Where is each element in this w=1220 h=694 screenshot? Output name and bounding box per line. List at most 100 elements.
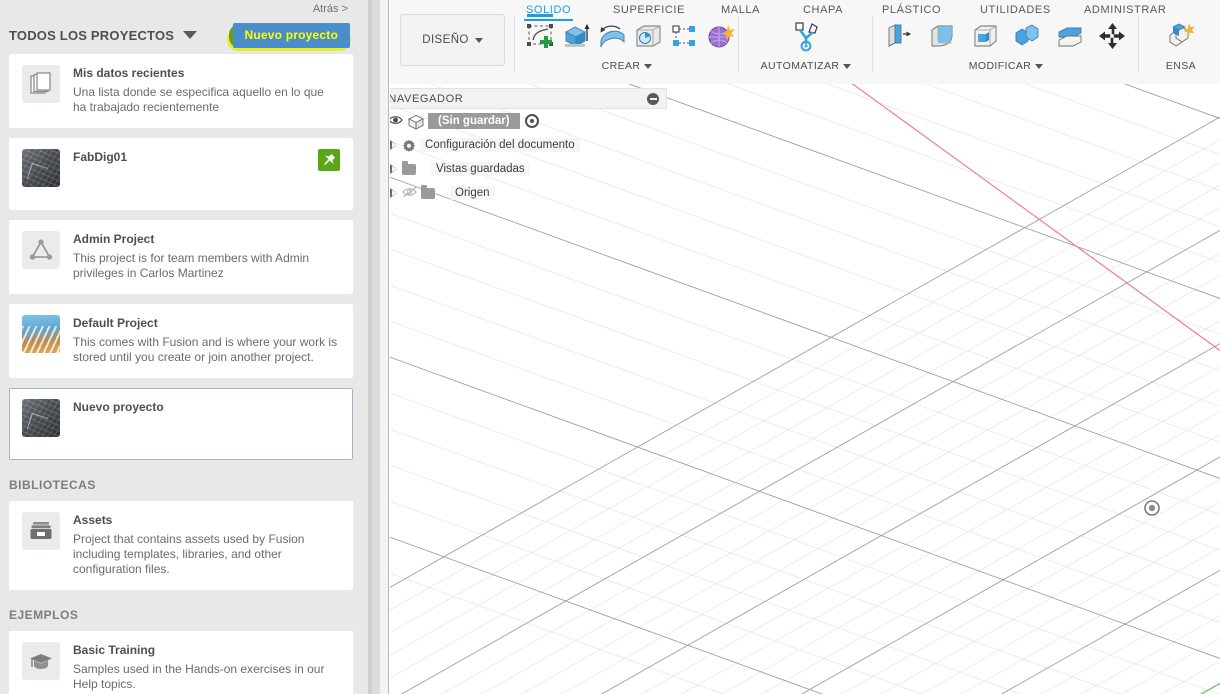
data-panel-scroll-area[interactable]: Atrás > TODOS LOS PROYECTOS Nuevo proyec… [0, 0, 362, 694]
browser-item-label: Origen [450, 186, 495, 200]
archive-box-icon [22, 512, 60, 550]
workspace-selector[interactable]: DISEÑO [400, 14, 505, 66]
automate-joint-icon[interactable] [786, 16, 826, 56]
extrude-icon[interactable] [560, 16, 592, 56]
project-title: Default Project [73, 316, 158, 330]
pin-badge-icon[interactable] [318, 149, 340, 171]
panel-splitter[interactable] [362, 0, 390, 694]
recent-docs-icon [22, 65, 60, 103]
ribbon-group-automatizar: AUTOMATIZAR [746, 14, 866, 74]
ribbon-group-label-modificar[interactable]: MODIFICAR [880, 60, 1132, 72]
triangle-nodes-icon [22, 231, 60, 269]
create-form-icon[interactable] [704, 16, 736, 56]
new-project-button[interactable]: Nuevo proyecto [232, 22, 350, 48]
project-card-body: Mis datos recientes Una lista donde se e… [73, 65, 340, 115]
ribbon-toolbar: SOLIDO SUPERFICIE MALLA CHAPA PLÁSTICO U… [390, 0, 1220, 84]
ribbon-separator [1138, 16, 1139, 72]
sky-model-thumb [22, 315, 60, 353]
project-title: Mis datos recientes [73, 66, 185, 80]
browser-item-saved-views[interactable]: Vistas guardadas [362, 157, 667, 181]
chevron-down-icon [644, 63, 653, 69]
dark-model-thumb [22, 399, 60, 437]
project-card-admin[interactable]: Admin Project This project is for team m… [9, 220, 353, 294]
browser-navigator-panel: ◀◀ NAVEGADOR [362, 88, 667, 205]
browser-root-row[interactable]: (Sin guardar) [362, 109, 667, 133]
press-pull-icon[interactable] [880, 16, 919, 56]
graduation-cap-icon [22, 642, 60, 680]
project-card-fabdig01[interactable]: FabDig01 [9, 138, 353, 210]
new-project-button-wrap: Nuevo proyecto [226, 22, 351, 51]
ribbon-group-label-crear[interactable]: CREAR [524, 60, 730, 72]
chevron-down-icon [474, 37, 483, 43]
project-desc: This comes with Fusion and is where your… [73, 335, 338, 364]
revolve-icon[interactable] [596, 16, 628, 56]
workspace-label: DISEÑO [422, 34, 469, 46]
expand-triangle-icon[interactable] [390, 140, 397, 150]
group-label-text: AUTOMATIZAR [760, 60, 840, 72]
ribbon-group-ensamblar-icons [1146, 14, 1216, 56]
combine-icon[interactable] [1008, 16, 1047, 56]
split-face-icon[interactable] [1051, 16, 1090, 56]
library-card-assets[interactable]: Assets Project that contains assets used… [9, 501, 353, 590]
all-projects-dropdown[interactable]: TODOS LOS PROYECTOS [9, 27, 198, 43]
ribbon-separator [514, 16, 515, 72]
browser-item-document-settings[interactable]: Configuración del documento [362, 133, 667, 157]
origin-point-marker [1144, 500, 1160, 516]
example-card-body: Basic Training Samples used in the Hands… [73, 642, 340, 692]
chevron-down-icon [843, 63, 852, 69]
ribbon-group-crear-icons [524, 14, 735, 56]
ribbon-separator [738, 16, 739, 72]
chevron-down-icon [183, 31, 198, 39]
minus-circle-icon[interactable] [647, 92, 659, 105]
project-card-body: Admin Project This project is for team m… [73, 231, 340, 281]
ribbon-separator [872, 16, 873, 72]
dark-model-thumb [22, 149, 60, 187]
ribbon-group-ensamblar: ENSA [1146, 14, 1216, 74]
move-copy-icon[interactable] [1093, 16, 1132, 56]
ribbon-group-automatizar-icons [746, 14, 866, 56]
navigator-header: ◀◀ NAVEGADOR [362, 88, 667, 109]
back-link[interactable]: Atrás > [313, 0, 348, 18]
all-projects-label: TODOS LOS PROYECTOS [9, 27, 175, 43]
project-title: Nuevo proyecto [73, 400, 164, 414]
examples-section-label: EJEMPLOS [9, 608, 79, 622]
libraries-section-label: BIBLIOTECAS [9, 478, 96, 492]
ribbon-group-modificar: MODIFICAR [880, 14, 1132, 74]
project-card-nuevo-proyecto[interactable]: Nuevo proyecto [9, 388, 353, 460]
gear-icon [402, 139, 415, 152]
project-card-body: Nuevo proyecto [73, 399, 340, 447]
create-sketch-icon[interactable] [524, 14, 556, 56]
fusion-app-window: Atrás > TODOS LOS PROYECTOS Nuevo proyec… [0, 0, 1220, 694]
visibility-eye-icon[interactable] [388, 114, 403, 128]
group-label-text: CREAR [601, 60, 641, 72]
hole-icon[interactable] [632, 16, 664, 56]
fillet-icon[interactable] [923, 16, 962, 56]
project-card-default[interactable]: Default Project This comes with Fusion a… [9, 304, 353, 378]
expand-triangle-icon[interactable] [390, 188, 397, 198]
browser-item-origin[interactable]: Origen [362, 181, 667, 205]
project-title: FabDig01 [73, 150, 128, 164]
back-row: Atrás > [0, 0, 362, 18]
group-label-text: ENSA [1165, 60, 1197, 72]
ribbon-group-label-ensamblar[interactable]: ENSA [1146, 60, 1216, 72]
folder-icon [421, 184, 435, 199]
example-card-basic-training[interactable]: Basic Training Samples used in the Hands… [9, 631, 353, 694]
ribbon-group-modificar-icons [880, 14, 1132, 56]
pattern-icon[interactable] [668, 16, 700, 56]
project-card-body: Default Project This comes with Fusion a… [73, 315, 340, 365]
expand-triangle-icon[interactable] [390, 164, 397, 174]
library-card-body: Assets Project that contains assets used… [73, 512, 340, 577]
browser-item-label: Vistas guardadas [431, 162, 530, 176]
project-card-body: FabDig01 [73, 149, 305, 197]
new-component-icon[interactable] [1161, 16, 1201, 56]
y-axis-line [1199, 682, 1220, 694]
project-card-recent[interactable]: Mis datos recientes Una lista donde se e… [9, 54, 353, 128]
project-desc: Una lista donde se especifica aquello en… [73, 85, 324, 114]
data-panel: Atrás > TODOS LOS PROYECTOS Nuevo proyec… [0, 0, 362, 694]
project-title: Admin Project [73, 232, 155, 246]
activate-component-icon[interactable] [524, 114, 539, 128]
ribbon-group-label-automatizar[interactable]: AUTOMATIZAR [746, 60, 866, 72]
library-desc: Project that contains assets used by Fus… [73, 532, 305, 576]
shell-icon[interactable] [965, 16, 1004, 56]
visibility-hidden-eye-icon[interactable] [402, 186, 417, 200]
